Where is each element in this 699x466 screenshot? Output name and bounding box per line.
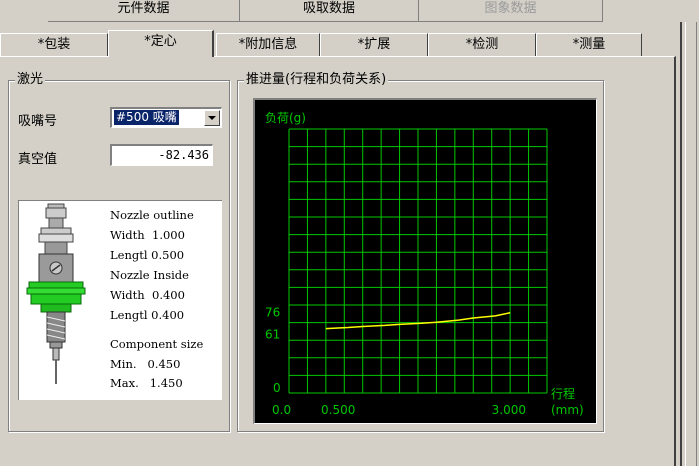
nozzle-number-label: 吸嘴号	[18, 114, 58, 129]
vacuum-label: 真空值	[18, 152, 58, 167]
top-tab-bar: 元件数据 吸取数据 图象数据	[0, 0, 699, 22]
laser-group-title: 激光	[15, 72, 46, 88]
nozzle-outline-title: Nozzle outline	[110, 208, 194, 222]
x-axis-label: 行程	[551, 386, 575, 401]
tab-centering[interactable]: *定心	[108, 30, 214, 57]
y-tick-label: 61	[265, 328, 280, 342]
x-tick-label: 3.000	[492, 403, 526, 417]
tab-component-data[interactable]: 元件数据	[48, 0, 240, 22]
component-size-title: Component size	[110, 337, 204, 351]
x-tick-label: 0.0	[272, 403, 291, 417]
nozzle-illustration	[26, 203, 86, 384]
x-axis-unit: (mm)	[551, 403, 584, 417]
sub-tab-bar: *包装 *定心 *附加信息 *扩展 *检测 *测量	[0, 30, 699, 57]
tab-inspection[interactable]: *检测	[428, 33, 536, 57]
nozzle-inside-title: Nozzle Inside	[110, 268, 189, 282]
tab-image-data[interactable]: 图象数据	[419, 0, 603, 22]
tab-measurement[interactable]: *测量	[536, 33, 642, 57]
dropdown-button[interactable]	[204, 110, 220, 126]
component-size-max: Max. 1.450	[110, 376, 183, 390]
chevron-down-icon	[208, 116, 216, 120]
stroke-load-chart: 负荷(g) 76 61 0 0.0 0.500 3.000 行程 (mm)	[253, 98, 597, 424]
tab-pickup-data[interactable]: 吸取数据	[240, 0, 419, 22]
nozzle-inside-width: Width 0.400	[110, 288, 185, 302]
right-scroll-edge[interactable]	[680, 22, 699, 466]
nozzle-outline-width: Width 1.000	[110, 228, 185, 242]
tab-additional-info[interactable]: *附加信息	[216, 33, 320, 57]
y-tick-label: 76	[265, 306, 280, 320]
y-tick-label: 0	[273, 381, 281, 395]
tab-extension[interactable]: *扩展	[320, 33, 428, 57]
chart-canvas: 负荷(g) 76 61 0 0.0 0.500 3.000 行程 (mm)	[265, 111, 584, 417]
nozzle-info-box: Nozzle outline Width 1.000 Lengtl 0.500 …	[18, 200, 222, 400]
nozzle-select-value: #500 吸嘴	[114, 110, 179, 125]
nozzle-select[interactable]: #500 吸嘴	[110, 107, 222, 128]
tab-packaging[interactable]: *包装	[0, 33, 108, 57]
nozzle-inside-length: Lengtl 0.400	[110, 308, 185, 322]
nozzle-outline-length: Lengtl 0.500	[110, 248, 185, 262]
y-axis-label: 负荷(g)	[265, 111, 306, 125]
component-size-min: Min. 0.450	[110, 357, 181, 371]
x-tick-label: 0.500	[321, 403, 355, 417]
chart-group-title: 推进量(行程和负荷关系)	[244, 72, 389, 88]
vacuum-value-field[interactable]: -82.436	[110, 144, 213, 166]
